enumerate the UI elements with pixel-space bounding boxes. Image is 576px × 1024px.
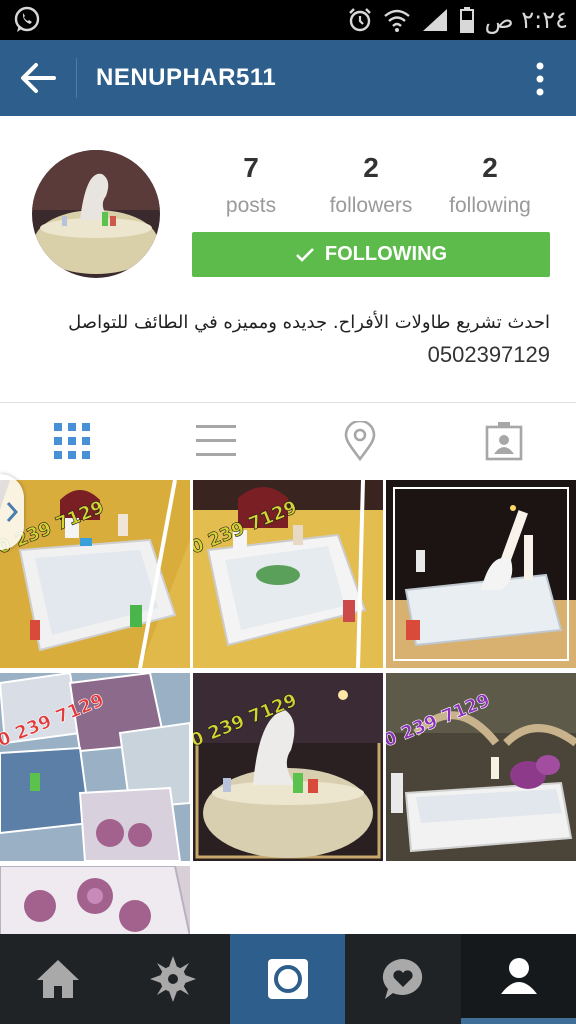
following-button[interactable]: FOLLOWING [192,232,550,277]
battery-icon [459,7,474,33]
stat-posts[interactable]: 7 posts [186,152,316,218]
side-drawer-handle[interactable] [0,474,24,550]
stat-posts-label: posts [225,194,277,217]
status-bar: ٢:٢٤ ص [0,0,576,40]
profile-avatar[interactable] [32,150,160,278]
explore-icon [149,956,196,1002]
post-thumbnail[interactable]: 050 239 7129 [193,673,383,861]
stat-following[interactable]: 2 following [425,152,555,218]
post-thumbnail[interactable]: 050 239 7129 [0,480,190,668]
tagged-photos-icon [485,422,523,461]
nav-explore[interactable] [115,934,230,1024]
post-thumbnail[interactable]: 050 239 7129 [193,480,383,668]
section-divider [0,402,576,403]
bottom-navigation [0,934,576,1024]
profile-phone[interactable]: 0502397129 [428,342,550,368]
location-pin-icon [344,421,376,461]
stat-followers[interactable]: 2 followers [306,152,436,218]
home-icon [36,960,79,998]
chevron-right-icon [6,502,18,522]
camera-icon [267,959,308,999]
app-bar: NENUPHAR511 [0,40,576,116]
tab-location[interactable] [336,419,384,463]
status-time: ٢:٢٤ ص [484,6,568,34]
whatsapp-notification-icon [14,6,40,32]
post-thumbnail[interactable] [0,866,190,936]
grid-icon [54,423,90,459]
nav-activity[interactable] [345,934,460,1024]
screen: ٢:٢٤ ص NENUPHAR511 7 posts 2 followers 2… [0,0,576,1024]
nav-home[interactable] [0,934,115,1024]
nav-camera[interactable] [230,934,345,1024]
tab-grid[interactable] [48,419,96,463]
back-arrow-icon[interactable] [14,58,62,98]
following-button-label: FOLLOWING [324,243,448,265]
tab-tagged[interactable] [480,419,528,463]
wifi-icon [383,9,410,32]
activity-icon [382,958,422,999]
post-thumbnail[interactable]: 050 239 7129 [0,673,190,861]
alarm-icon [348,8,371,32]
profile-icon [500,958,537,994]
view-tabs [0,405,576,477]
list-icon [196,425,236,456]
stat-followers-value: 2 [363,152,379,183]
stat-following-value: 2 [482,152,498,183]
checkmark-icon [295,247,314,262]
stat-posts-value: 7 [243,152,259,183]
nav-profile[interactable] [461,934,576,1024]
tab-list[interactable] [192,419,240,463]
post-thumbnail[interactable] [386,480,576,668]
stat-followers-label: followers [329,194,413,217]
signal-icon [422,9,447,31]
profile-username: NENUPHAR511 [96,64,277,91]
more-options-icon[interactable] [530,60,550,100]
post-thumbnail[interactable]: 050 239 7129 [386,673,576,861]
profile-bio: احدث تشريع طاولات الأفراح. جديده ومميزه … [68,312,550,333]
stat-following-label: following [449,194,531,217]
app-bar-divider [76,58,77,98]
